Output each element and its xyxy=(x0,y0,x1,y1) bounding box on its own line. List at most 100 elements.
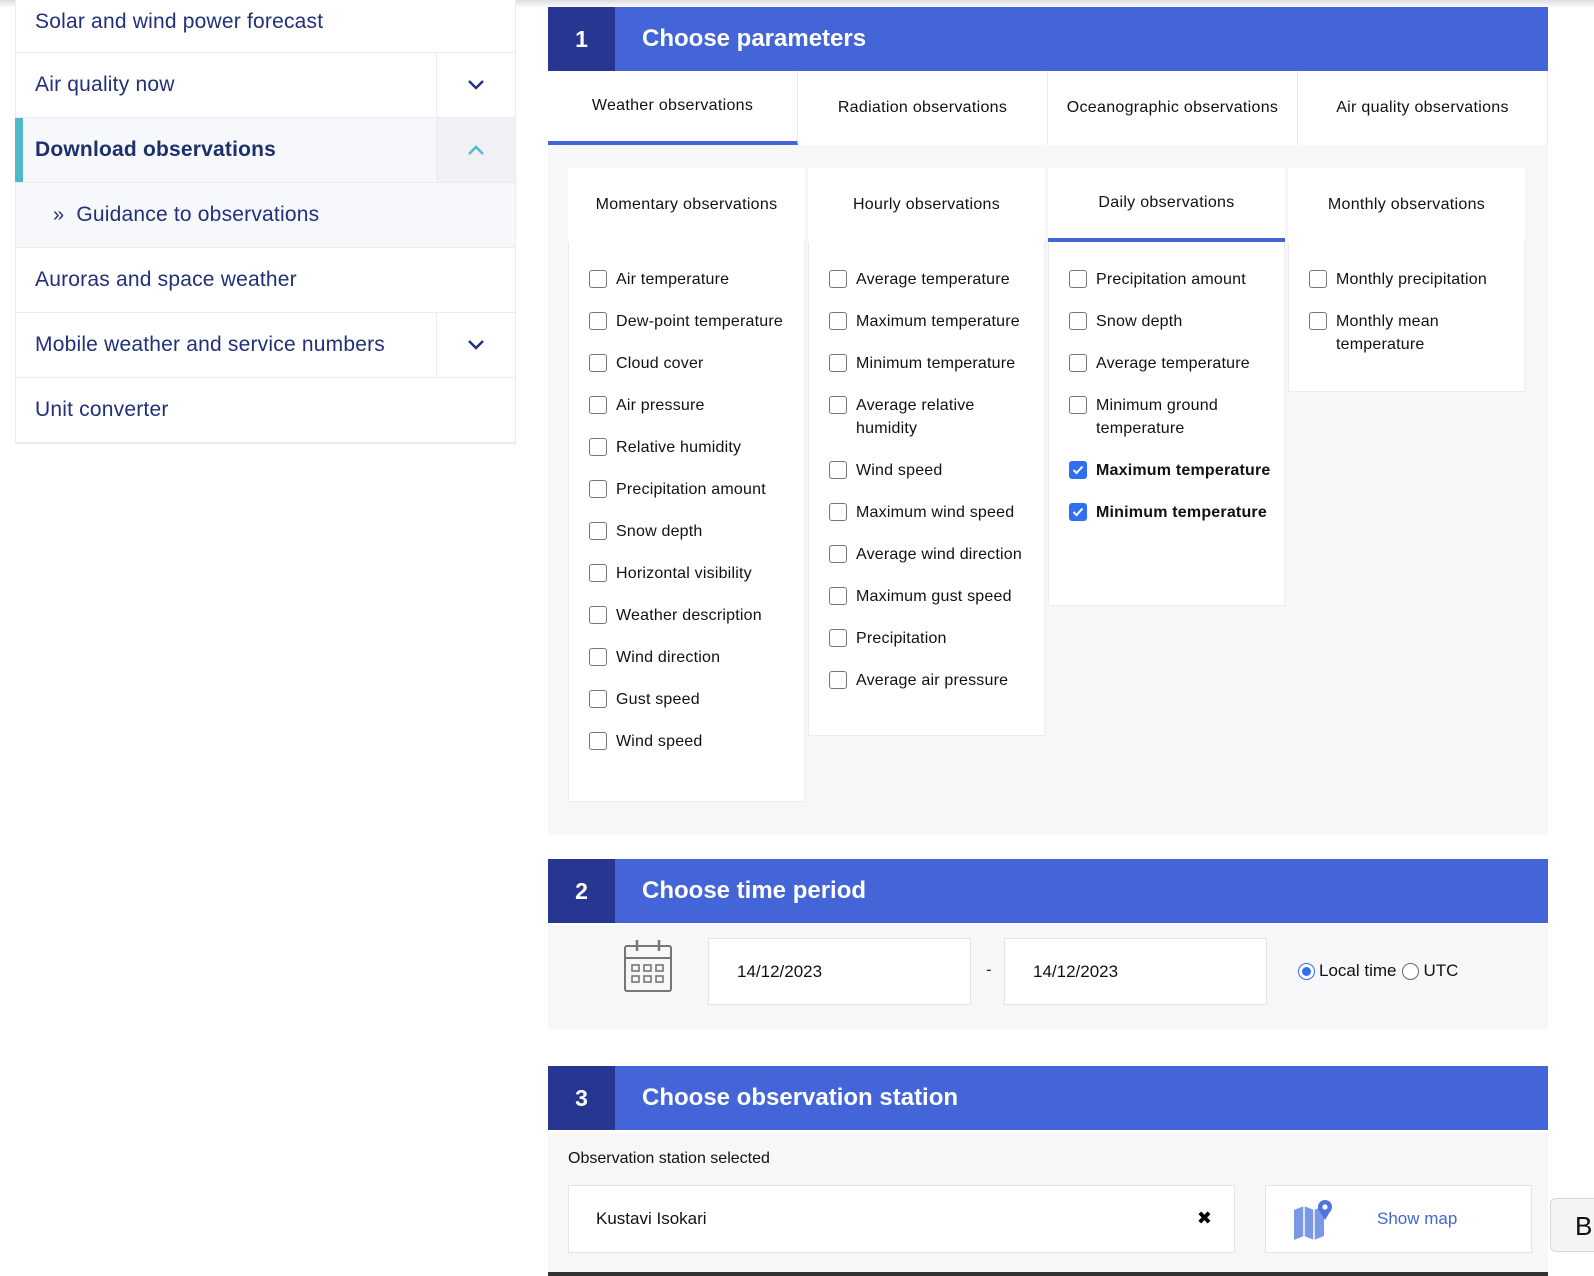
option-item[interactable]: Minimum temperature xyxy=(1069,501,1272,524)
option-item[interactable]: Horizontal visibility xyxy=(589,562,792,585)
checkbox[interactable] xyxy=(589,690,607,708)
subtab-momentary[interactable]: Momentary observations xyxy=(568,168,805,242)
option-item[interactable]: Maximum temperature xyxy=(1069,459,1272,482)
sidebar-item-unit-converter[interactable]: Unit converter xyxy=(16,378,515,443)
option-item[interactable]: Monthly mean temperature xyxy=(1309,310,1512,356)
subtab-monthly[interactable]: Monthly observations xyxy=(1288,168,1525,242)
checkbox[interactable] xyxy=(1309,312,1327,330)
checkbox[interactable] xyxy=(1069,396,1087,414)
checkbox[interactable] xyxy=(829,503,847,521)
checkbox[interactable] xyxy=(829,629,847,647)
checkbox[interactable] xyxy=(1069,354,1087,372)
checkbox[interactable] xyxy=(589,480,607,498)
checkbox[interactable] xyxy=(829,671,847,689)
sidebar-item-label: Solar and wind power forecast xyxy=(35,10,324,33)
option-item[interactable]: Average temperature xyxy=(1069,352,1272,375)
tab-air-quality-observations[interactable]: Air quality observations xyxy=(1298,71,1548,145)
option-item[interactable]: Maximum temperature xyxy=(829,310,1032,333)
option-item[interactable]: Minimum ground temperature xyxy=(1069,394,1272,440)
sidebar-item-air-quality-now[interactable]: Air quality now xyxy=(16,53,515,118)
option-item[interactable]: Wind speed xyxy=(589,730,792,753)
sidebar-subitem-guidance[interactable]: » Guidance to observations xyxy=(16,183,515,248)
station-input[interactable]: Kustavi Isokari ✖ xyxy=(568,1185,1235,1253)
sidebar-item-auroras[interactable]: Auroras and space weather xyxy=(16,248,515,313)
checkbox[interactable] xyxy=(829,587,847,605)
collapse-toggle[interactable] xyxy=(436,118,515,182)
tab-oceanographic-observations[interactable]: Oceanographic observations xyxy=(1048,71,1298,145)
checkbox[interactable] xyxy=(829,312,847,330)
expand-toggle[interactable] xyxy=(436,53,515,117)
option-item[interactable]: Precipitation xyxy=(829,627,1032,650)
map-pin-icon xyxy=(1294,1200,1332,1240)
option-item[interactable]: Snow depth xyxy=(589,520,792,543)
local-time-radio[interactable] xyxy=(1298,962,1315,980)
option-item[interactable]: Relative humidity xyxy=(589,436,792,459)
option-item[interactable]: Air temperature xyxy=(589,268,792,291)
option-item[interactable]: Wind direction xyxy=(589,646,792,669)
sidebar-item-solar-wind-forecast[interactable]: Solar and wind power forecast xyxy=(16,0,515,53)
subtab-hourly[interactable]: Hourly observations xyxy=(808,168,1045,242)
option-item[interactable]: Air pressure xyxy=(589,394,792,417)
sidebar-item-label: Mobile weather and service numbers xyxy=(35,333,385,356)
subtab-daily[interactable]: Daily observations xyxy=(1048,168,1285,242)
checkbox[interactable] xyxy=(1069,312,1087,330)
sidebar-item-label: Unit converter xyxy=(35,398,169,421)
checkbox[interactable] xyxy=(589,354,607,372)
option-item[interactable]: Average temperature xyxy=(829,268,1032,291)
checkbox[interactable] xyxy=(589,438,607,456)
section-title: Choose observation station xyxy=(642,1084,959,1111)
time-period-panel: 14/12/2023 - 14/12/2023 Local time UTC xyxy=(548,925,1548,1029)
option-item[interactable]: Gust speed xyxy=(589,688,792,711)
clear-station-icon[interactable]: ✖ xyxy=(1197,1208,1212,1229)
show-map-button[interactable]: Show map xyxy=(1265,1185,1532,1253)
option-item[interactable]: Maximum wind speed xyxy=(829,501,1032,524)
checkbox[interactable] xyxy=(589,270,607,288)
option-label: Precipitation amount xyxy=(1096,271,1246,288)
checkbox-checked[interactable] xyxy=(1069,503,1087,521)
tab-radiation-observations[interactable]: Radiation observations xyxy=(798,71,1048,145)
checkbox[interactable] xyxy=(829,270,847,288)
option-label: Average temperature xyxy=(856,271,1010,288)
utc-radio[interactable] xyxy=(1402,962,1420,980)
checkbox[interactable] xyxy=(829,396,847,414)
checkbox[interactable] xyxy=(589,522,607,540)
end-date-input[interactable]: 14/12/2023 xyxy=(1004,938,1267,1005)
expand-toggle[interactable] xyxy=(436,313,515,377)
checkbox-checked[interactable] xyxy=(1069,461,1087,479)
checkbox[interactable] xyxy=(589,732,607,750)
checkbox[interactable] xyxy=(829,461,847,479)
checkbox[interactable] xyxy=(829,354,847,372)
sidebar-item-download-observations[interactable]: Download observations xyxy=(15,118,515,183)
option-item[interactable]: Wind speed xyxy=(829,459,1032,482)
checkbox[interactable] xyxy=(589,606,607,624)
option-item[interactable]: Maximum gust speed xyxy=(829,585,1032,608)
calendar-icon[interactable] xyxy=(623,938,673,994)
section-number: 1 xyxy=(548,7,615,71)
checkbox[interactable] xyxy=(589,312,607,330)
checkbox[interactable] xyxy=(829,545,847,563)
option-item[interactable]: Minimum temperature xyxy=(829,352,1032,375)
edge-button[interactable]: B xyxy=(1550,1198,1594,1252)
checkbox[interactable] xyxy=(589,564,607,582)
start-date-input[interactable]: 14/12/2023 xyxy=(708,938,971,1005)
station-selected-label: Observation station selected xyxy=(568,1150,770,1167)
tab-weather-observations[interactable]: Weather observations xyxy=(548,71,798,145)
checkbox[interactable] xyxy=(1309,270,1327,288)
utc-label: UTC xyxy=(1423,961,1459,980)
checkbox[interactable] xyxy=(589,648,607,666)
option-item[interactable]: Monthly precipitation xyxy=(1309,268,1512,291)
hourly-options: Average temperature Maximum temperature Mi… xyxy=(808,242,1045,736)
checkbox[interactable] xyxy=(1069,270,1087,288)
section-number: 2 xyxy=(548,859,615,923)
option-item[interactable]: Average wind direction xyxy=(829,543,1032,566)
checkbox[interactable] xyxy=(589,396,607,414)
option-item[interactable]: Dew-point temperature xyxy=(589,310,792,333)
option-item[interactable]: Snow depth xyxy=(1069,310,1272,333)
option-item[interactable]: Average air pressure xyxy=(829,669,1032,692)
option-item[interactable]: Cloud cover xyxy=(589,352,792,375)
sidebar-item-mobile-weather[interactable]: Mobile weather and service numbers xyxy=(16,313,515,378)
option-item[interactable]: Average relative humidity xyxy=(829,394,1032,440)
option-item[interactable]: Precipitation amount xyxy=(589,478,792,501)
option-item[interactable]: Weather description xyxy=(589,604,792,627)
option-item[interactable]: Precipitation amount xyxy=(1069,268,1272,291)
